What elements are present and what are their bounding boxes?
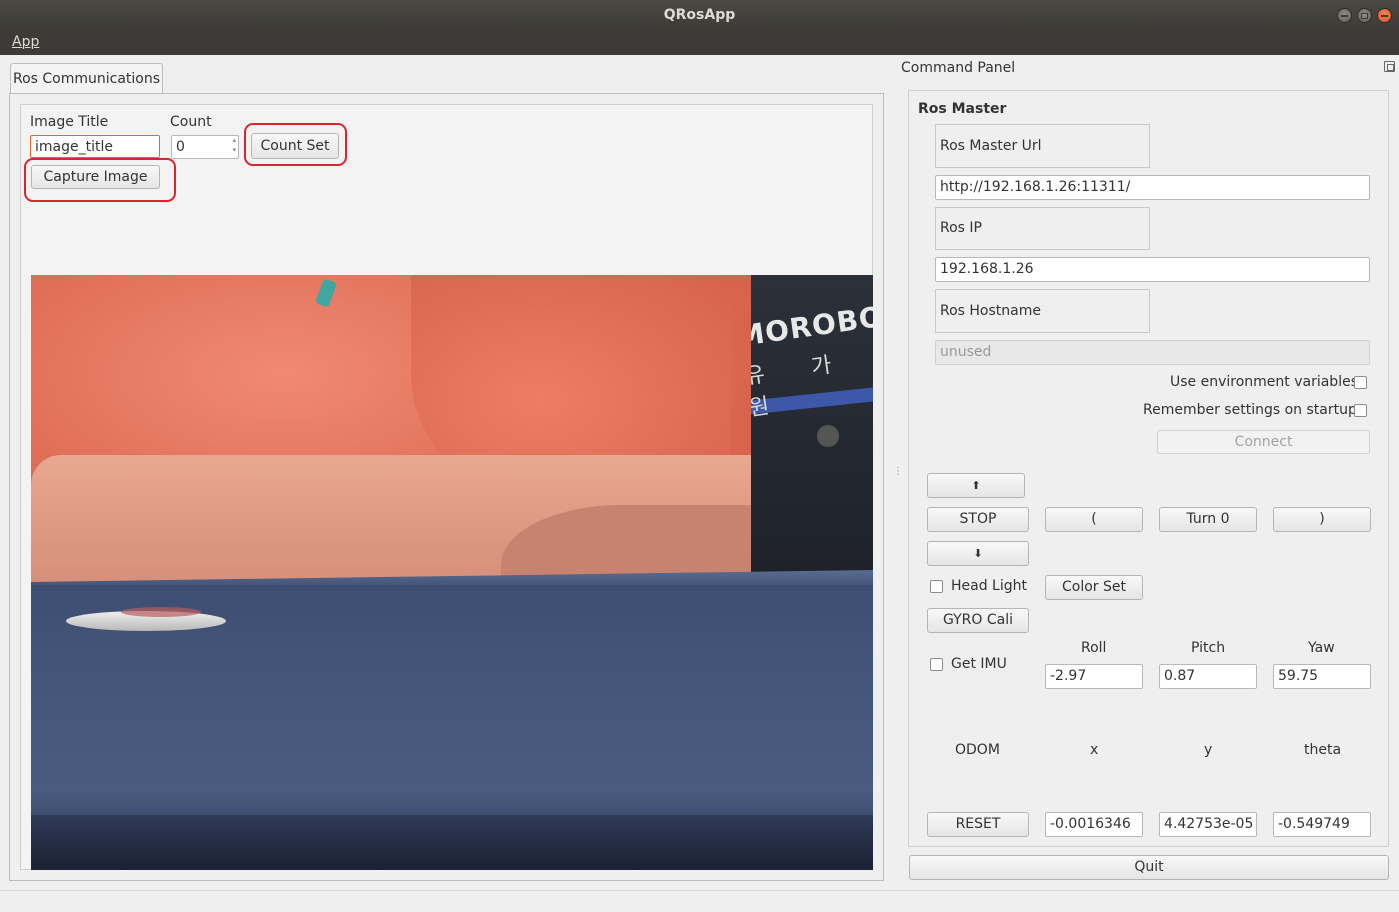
- command-panel: [908, 90, 1389, 847]
- get-imu-checkbox[interactable]: [930, 658, 943, 671]
- ros-ip-input[interactable]: 192.168.1.26: [935, 257, 1370, 282]
- window-titlebar: QRosApp: [0, 0, 1399, 32]
- banner-button: [817, 425, 839, 447]
- table-object-mark: [121, 607, 201, 617]
- remember-settings-label: Remember settings on startup: [1143, 402, 1357, 418]
- spin-up-icon[interactable]: ▴: [232, 136, 236, 145]
- image-title-input[interactable]: image_title: [30, 135, 160, 158]
- pitch-label: Pitch: [1191, 640, 1226, 656]
- ros-master-url-label: Ros Master Url: [935, 124, 1150, 168]
- pitch-value-field[interactable]: 0.87: [1159, 664, 1257, 689]
- use-env-label: Use environment variables: [1170, 374, 1358, 390]
- odom-x-field[interactable]: -0.0016346: [1045, 812, 1143, 837]
- remember-settings-checkbox[interactable]: [1354, 404, 1367, 417]
- count-spinbox[interactable]: 0 ▴ ▾: [171, 135, 239, 159]
- ros-master-group-title: Ros Master: [918, 101, 1007, 117]
- color-set-button[interactable]: Color Set: [1045, 575, 1143, 600]
- splitter-handle[interactable]: ⋮: [893, 466, 903, 478]
- quit-button[interactable]: Quit: [909, 855, 1389, 880]
- menu-app[interactable]: App: [12, 34, 39, 50]
- odom-theta-field[interactable]: -0.549749: [1273, 812, 1371, 837]
- odom-theta-label: theta: [1304, 742, 1342, 758]
- yaw-value-field[interactable]: 59.75: [1273, 664, 1371, 689]
- odom-label: ODOM: [955, 742, 1000, 758]
- odom-x-label: x: [1090, 742, 1099, 758]
- odom-y-label: y: [1204, 742, 1213, 758]
- status-bar: [0, 890, 1399, 912]
- connect-button[interactable]: Connect: [1157, 430, 1370, 454]
- ros-master-url-input[interactable]: http://192.168.1.26:11311/: [935, 175, 1370, 200]
- ros-hostname-input[interactable]: unused: [935, 340, 1370, 365]
- forward-button[interactable]: ⬆: [927, 473, 1025, 498]
- odom-y-field[interactable]: 4.42753e-05: [1159, 812, 1257, 837]
- gyro-cali-button[interactable]: GYRO Cali: [927, 608, 1029, 633]
- head-light-label: Head Light: [951, 578, 1027, 594]
- ros-hostname-label: Ros Hostname: [935, 289, 1150, 333]
- float-dock-icon[interactable]: [1384, 61, 1395, 72]
- stop-button[interactable]: STOP: [927, 507, 1029, 532]
- image-title-label: Image Title: [30, 114, 109, 130]
- tab-ros-communications[interactable]: Ros Communications: [10, 63, 163, 94]
- roll-label: Roll: [1081, 640, 1107, 656]
- turn-left-button[interactable]: (: [1045, 507, 1143, 532]
- capture-image-button[interactable]: Capture Image: [31, 165, 160, 189]
- table-bottom: [31, 815, 873, 870]
- turn-right-button[interactable]: ): [1273, 507, 1371, 532]
- head-light-checkbox[interactable]: [930, 580, 943, 593]
- camera-feed-image: MOROBO 유 가 원: [31, 275, 873, 870]
- ros-ip-label: Ros IP: [935, 207, 1150, 250]
- minimize-icon[interactable]: [1337, 8, 1352, 23]
- yaw-label: Yaw: [1308, 640, 1335, 656]
- menubar: App: [0, 32, 1399, 55]
- count-label: Count: [170, 114, 212, 130]
- maximize-icon[interactable]: [1357, 8, 1372, 23]
- get-imu-label: Get IMU: [951, 656, 1007, 672]
- odom-reset-button[interactable]: RESET: [927, 812, 1029, 837]
- turn-button[interactable]: Turn 0: [1159, 507, 1257, 532]
- window-title: QRosApp: [663, 7, 736, 23]
- backward-button[interactable]: ⬇: [927, 541, 1029, 566]
- count-value: 0: [176, 139, 185, 155]
- count-set-button[interactable]: Count Set: [251, 133, 339, 159]
- close-icon[interactable]: [1377, 8, 1392, 23]
- roll-value-field[interactable]: -2.97: [1045, 664, 1143, 689]
- command-panel-title: Command Panel: [901, 60, 1016, 76]
- use-env-checkbox[interactable]: [1354, 376, 1367, 389]
- spin-down-icon[interactable]: ▾: [232, 146, 236, 155]
